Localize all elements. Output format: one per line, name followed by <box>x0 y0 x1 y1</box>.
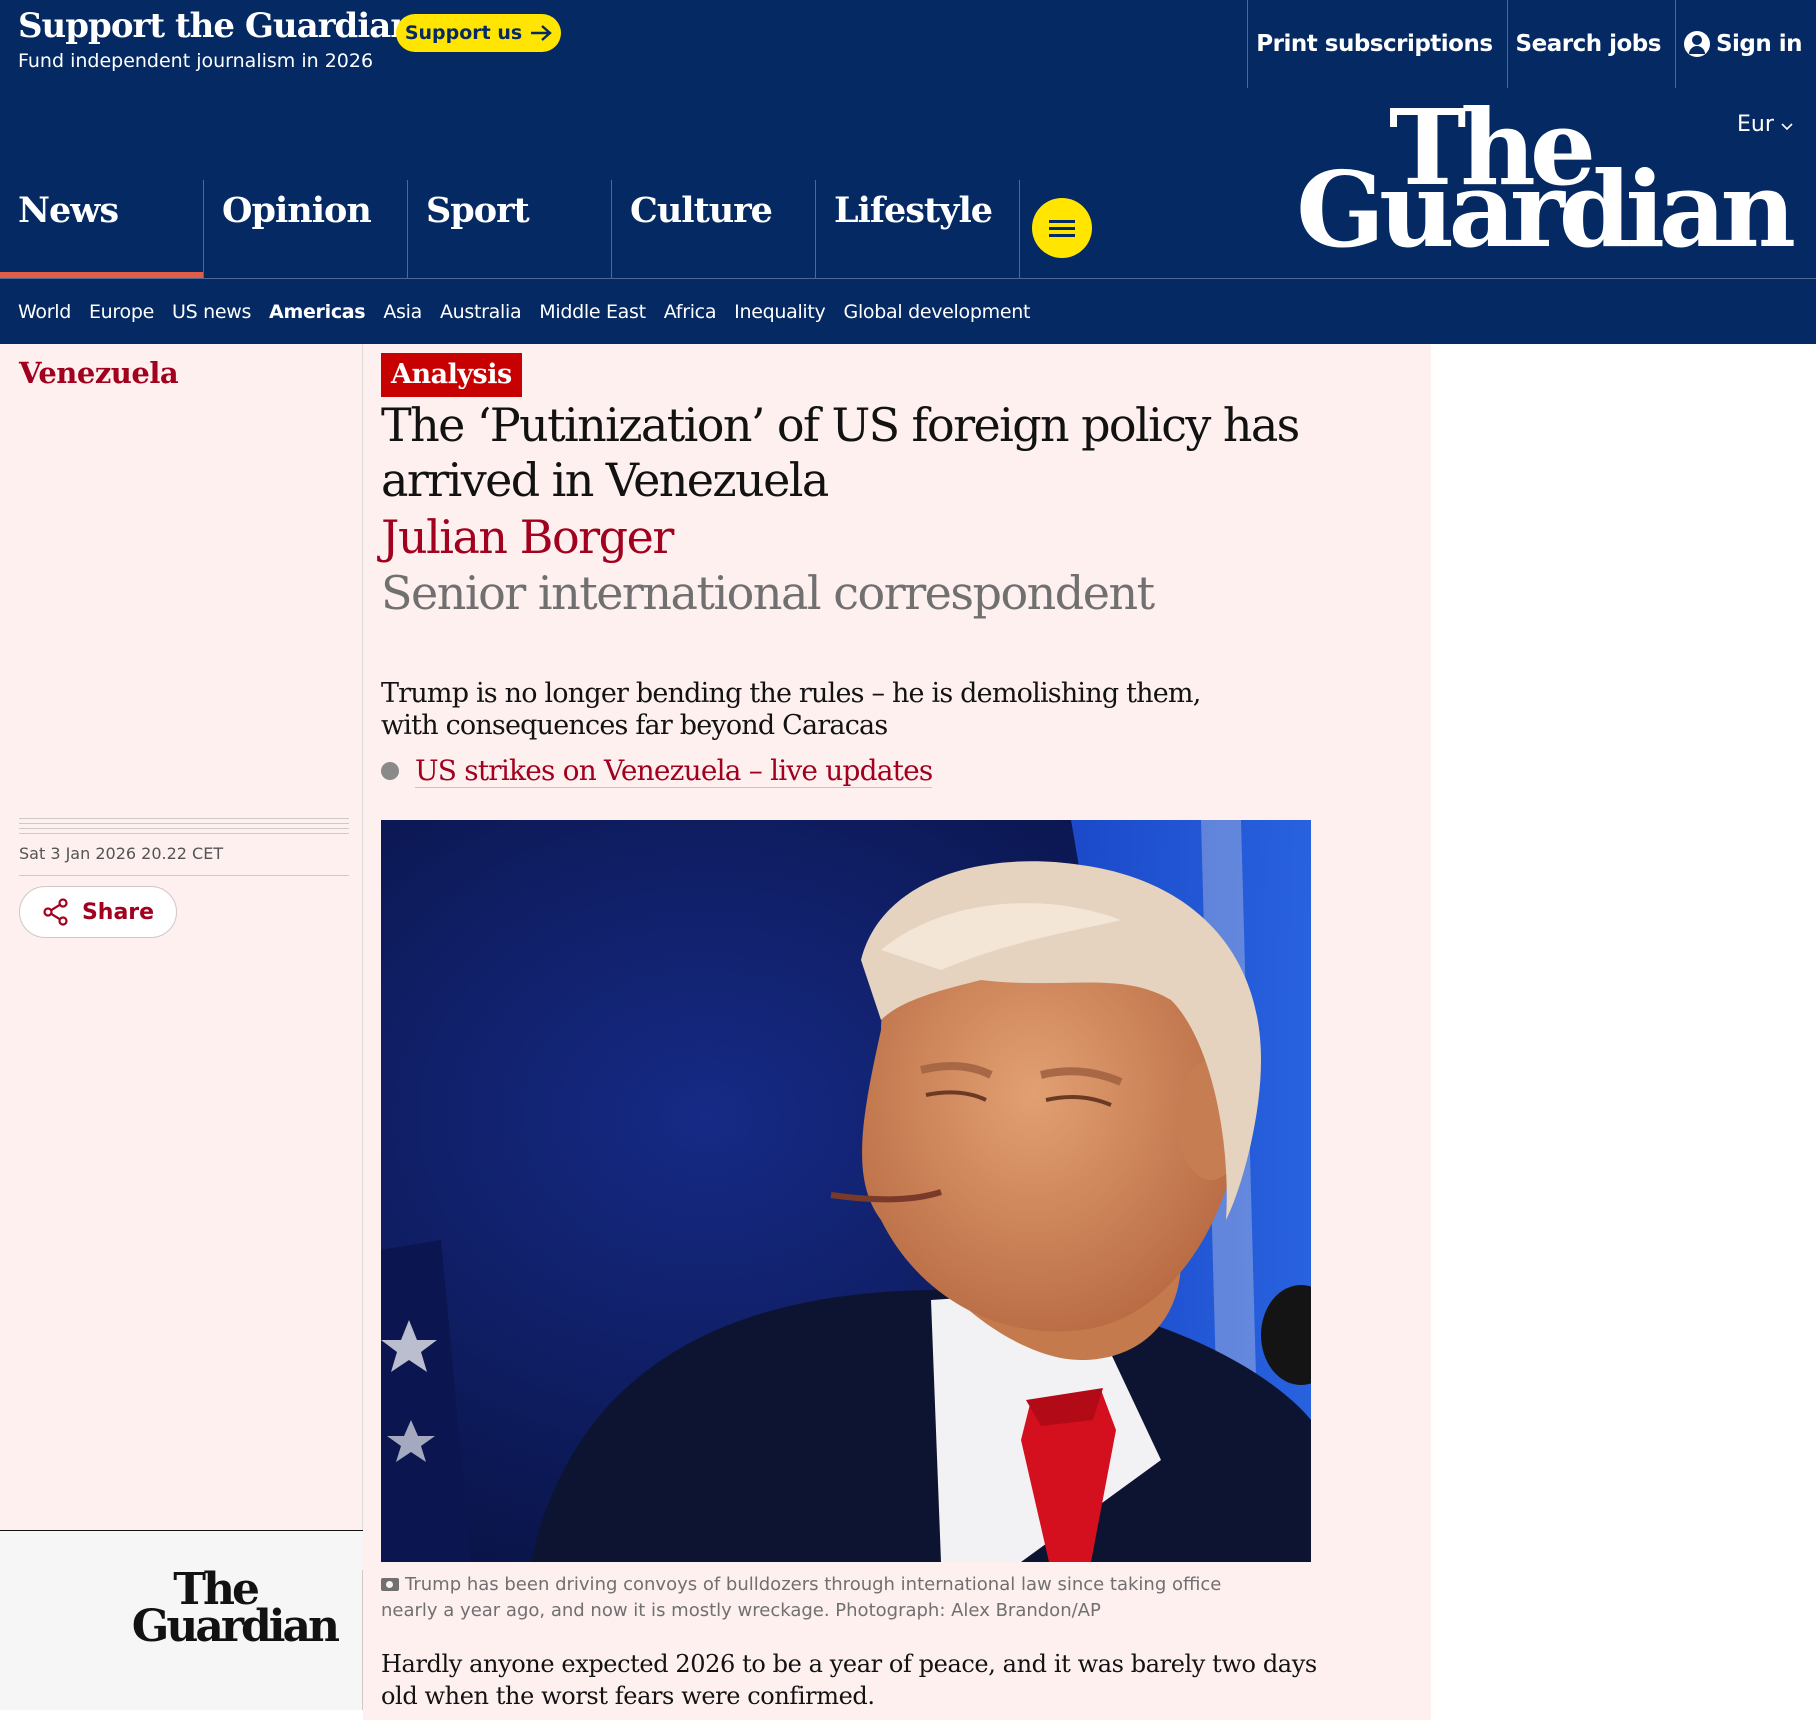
subnav: World Europe US news Americas Asia Austr… <box>0 278 1816 344</box>
search-jobs-link[interactable]: Search jobs <box>1506 0 1675 88</box>
standfirst: Trump is no longer bending the rules – h… <box>381 678 1201 741</box>
arrow-right-icon <box>531 25 553 41</box>
subnav-australia[interactable]: Australia <box>440 301 522 323</box>
share-icon <box>43 898 68 926</box>
pillar-sport[interactable]: Sport <box>408 180 612 278</box>
meta-divider <box>19 818 349 834</box>
subnav-inequality[interactable]: Inequality <box>734 301 826 323</box>
pillar-lifestyle[interactable]: Lifestyle <box>816 180 1020 278</box>
headline: The ‘Putinization’ of US foreign policy … <box>381 398 1300 507</box>
pillar-culture[interactable]: Culture <box>612 180 816 278</box>
pillar-news[interactable]: News <box>0 180 204 278</box>
subnav-americas[interactable]: Americas <box>269 301 366 323</box>
support-bar: Support the Guardian Fund independent jo… <box>0 0 1816 88</box>
photo-caption: Trump has been driving convoys of bulldo… <box>381 1572 1281 1624</box>
hamburger-icon[interactable] <box>1032 198 1092 258</box>
dateline: Sat 3 Jan 2026 20.22 CET <box>19 844 349 876</box>
byline-author[interactable]: Julian Borger <box>381 510 674 564</box>
support-us-button[interactable]: Support us <box>396 14 561 52</box>
dot-icon <box>381 762 399 780</box>
logo-line-2: Guardian <box>1296 148 1796 271</box>
menu-pillar <box>1020 180 1092 278</box>
subnav-us-news[interactable]: US news <box>172 301 251 323</box>
article-first-paragraph: Hardly anyone expected 2026 to be a year… <box>381 1650 1317 1710</box>
portrait-illustration <box>381 820 1311 1562</box>
sign-in-link[interactable]: Sign in <box>1674 0 1816 88</box>
support-subtitle: Fund independent journalism in 2026 <box>18 50 374 72</box>
sign-in-label: Sign in <box>1715 31 1803 57</box>
masthead: Eur The Guardian News Opinion Sport Cult… <box>0 88 1816 278</box>
section-link[interactable]: Venezuela <box>19 356 179 390</box>
pillar-opinion[interactable]: Opinion <box>204 180 408 278</box>
live-updates-label: US strikes on Venezuela – live updates <box>415 754 933 788</box>
support-title: Support the Guardian <box>18 6 415 46</box>
pillar-nav: News Opinion Sport Culture Lifestyle <box>0 180 1092 278</box>
share-button[interactable]: Share <box>19 886 177 938</box>
print-subscriptions-link[interactable]: Print subscriptions <box>1247 0 1506 88</box>
caption-text: Trump has been driving convoys of bulldo… <box>381 1574 1222 1621</box>
subnav-africa[interactable]: Africa <box>664 301 717 323</box>
left-column: Venezuela Sat 3 Jan 2026 20.22 CET Share <box>0 344 363 1530</box>
camera-icon <box>381 1578 399 1591</box>
kicker-analysis: Analysis <box>381 353 522 397</box>
subnav-global-development[interactable]: Global development <box>844 301 1031 323</box>
subnav-europe[interactable]: Europe <box>89 301 154 323</box>
subnav-world[interactable]: World <box>18 301 71 323</box>
main-photo <box>381 820 1311 1562</box>
user-icon <box>1683 31 1710 57</box>
byline-role: Senior international correspondent <box>381 566 1155 620</box>
guardian-logo[interactable]: The Guardian <box>1296 96 1796 276</box>
support-us-label: Support us <box>404 22 523 44</box>
caption-rule <box>362 1570 363 1710</box>
subnav-asia[interactable]: Asia <box>383 301 422 323</box>
top-links: Print subscriptions Search jobs Sign in <box>1247 0 1816 88</box>
footer-guardian-logo[interactable]: The Guardian <box>131 1567 340 1653</box>
footer-logo-line-2: Guardian <box>131 1601 340 1653</box>
subnav-middle-east[interactable]: Middle East <box>539 301 646 323</box>
share-label: Share <box>81 899 155 925</box>
footer-logo-box: The Guardian <box>0 1530 374 1710</box>
live-updates-link[interactable]: US strikes on Venezuela – live updates <box>381 754 933 788</box>
